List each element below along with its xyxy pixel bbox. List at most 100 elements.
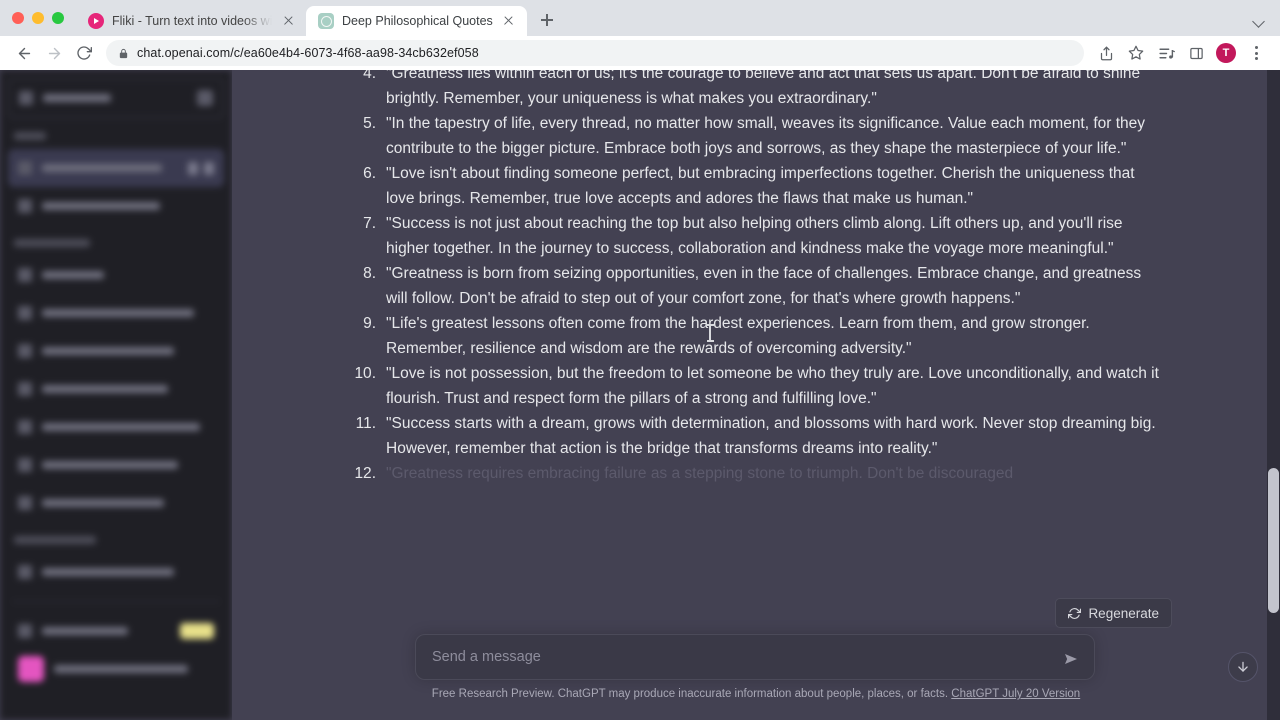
chat-bubble-icon: [18, 306, 32, 320]
message-composer[interactable]: [415, 634, 1095, 680]
minimize-window-button[interactable]: [32, 12, 44, 24]
sidebar-item-chat[interactable]: [8, 446, 224, 484]
page-viewport: "Greatness lies within each of us; it's …: [0, 70, 1280, 720]
disclaimer-text: Free Research Preview. ChatGPT may produ…: [431, 688, 949, 700]
version-link[interactable]: ChatGPT July 20 Version: [951, 688, 1080, 700]
list-item: "Greatness is born from seizing opportun…: [346, 261, 1142, 307]
sidebar-item-chat[interactable]: [8, 484, 224, 522]
chat-bubble-icon: [18, 382, 32, 396]
lock-icon: [119, 48, 128, 58]
list-item: "Love is not possession, but the freedom…: [346, 361, 1159, 407]
browser-menu-button[interactable]: [1242, 39, 1270, 67]
url-text: chat.openai.com/c/ea60e4b4-6073-4f68-aa9…: [137, 46, 479, 60]
scroll-to-bottom-button[interactable]: [1228, 652, 1258, 682]
window-controls: [8, 0, 76, 36]
sidebar-item-chat[interactable]: [8, 370, 224, 408]
sidebar-item-chat[interactable]: [8, 408, 224, 446]
close-icon[interactable]: [280, 13, 296, 29]
upgrade-icon: [18, 624, 32, 638]
avatar-initial: T: [1216, 43, 1236, 63]
quote-list: "Greatness lies within each of us; it's …: [346, 70, 1166, 486]
chat-bubble-icon: [18, 420, 32, 434]
list-item: "Life's greatest lessons often come from…: [346, 311, 1090, 357]
sidebar-item-chat[interactable]: [8, 332, 224, 370]
refresh-icon: [1068, 607, 1082, 619]
chat-bubble-icon: [18, 565, 32, 579]
sidebar-item-chat[interactable]: [8, 553, 224, 591]
side-panel-icon[interactable]: [1182, 39, 1210, 67]
arrow-down-icon: [1238, 661, 1248, 672]
collapse-sidebar-icon[interactable]: [197, 90, 213, 106]
chat-bubble-icon: [18, 199, 32, 213]
sidebar-section-header: [14, 239, 224, 248]
chat-main: "Greatness lies within each of us; it's …: [232, 70, 1280, 720]
sidebar-item-chat[interactable]: [8, 256, 224, 294]
tab-strip: Fliki - Turn text into videos wit Deep P…: [0, 0, 1280, 36]
composer-area: Free Research Preview. ChatGPT may produ…: [232, 628, 1280, 720]
browser-toolbar: chat.openai.com/c/ea60e4b4-6073-4f68-aa9…: [0, 36, 1280, 70]
upgrade-badge: [180, 623, 214, 639]
send-button[interactable]: [1060, 648, 1082, 670]
close-icon[interactable]: [501, 13, 517, 29]
sidebar-item-label: [54, 665, 188, 673]
message-input[interactable]: [432, 649, 1050, 665]
chat-bubble-icon: [18, 496, 32, 510]
chatgpt-icon: [318, 13, 334, 29]
back-button[interactable]: [10, 39, 38, 67]
sidebar-item-label: [42, 202, 160, 210]
sidebar-item-label: [42, 423, 200, 431]
page-scrollbar-track[interactable]: [1267, 70, 1280, 720]
sidebar-item-actions[interactable]: [188, 161, 214, 175]
new-chat-label: [43, 94, 111, 102]
sidebar-item-active-chat[interactable]: [8, 149, 224, 187]
browser-tab-fliki[interactable]: Fliki - Turn text into videos wit: [76, 6, 306, 36]
regenerate-button[interactable]: Regenerate: [1055, 598, 1172, 628]
list-item: "Success starts with a dream, grows with…: [346, 411, 1156, 457]
chat-sidebar[interactable]: [0, 70, 232, 720]
regenerate-label: Regenerate: [1088, 605, 1159, 621]
sidebar-item-label: [42, 271, 104, 279]
sidebar-item-label: [42, 309, 194, 317]
text-cursor: [706, 324, 714, 342]
sidebar-item-chat[interactable]: [8, 187, 224, 225]
list-item: "In the tapestry of life, every thread, …: [346, 111, 1146, 157]
chat-bubble-icon: [18, 458, 32, 472]
sidebar-item-label: [42, 461, 178, 469]
send-arrow-icon: [1065, 654, 1077, 664]
page-scrollbar-thumb[interactable]: [1268, 468, 1279, 613]
sidebar-item-chat[interactable]: [8, 294, 224, 332]
bookmark-star-icon[interactable]: [1122, 39, 1150, 67]
sidebar-item-label: [42, 499, 164, 507]
maximize-window-button[interactable]: [52, 12, 64, 24]
share-icon[interactable]: [1092, 39, 1120, 67]
kebab-menu-icon: [1246, 43, 1266, 63]
sidebar-item-label: [42, 627, 128, 635]
list-item: "Greatness lies within each of us; it's …: [346, 70, 1141, 107]
forward-button[interactable]: [40, 39, 68, 67]
chat-bubble-icon: [18, 268, 32, 282]
list-item: "Greatness requires embracing failure as…: [346, 461, 1014, 486]
reading-list-icon[interactable]: [1152, 39, 1180, 67]
sidebar-section-header: [14, 132, 224, 141]
sidebar-item-label: [42, 347, 174, 355]
new-tab-button[interactable]: [533, 6, 561, 34]
avatar[interactable]: T: [1212, 39, 1240, 67]
chevron-down-icon[interactable]: [1252, 14, 1266, 28]
close-window-button[interactable]: [12, 12, 24, 24]
plus-icon: [19, 91, 33, 105]
message-list: "Greatness lies within each of us; it's …: [232, 70, 1280, 630]
address-bar[interactable]: chat.openai.com/c/ea60e4b4-6073-4f68-aa9…: [106, 40, 1084, 66]
assistant-message: "Greatness lies within each of us; it's …: [346, 70, 1166, 486]
browser-tab-chatgpt[interactable]: Deep Philosophical Quotes: [306, 6, 527, 36]
sidebar-section-header: [14, 536, 224, 545]
browser-window: Fliki - Turn text into videos wit Deep P…: [0, 0, 1280, 720]
avatar: [18, 656, 44, 682]
sidebar-item-account[interactable]: [8, 650, 224, 688]
sidebar-item-label: [42, 568, 174, 576]
reload-button[interactable]: [70, 39, 98, 67]
sidebar-item-upgrade[interactable]: [8, 612, 224, 650]
new-chat-button[interactable]: [8, 78, 224, 118]
sidebar-item-label: [42, 385, 168, 393]
chat-bubble-icon: [18, 161, 32, 175]
tab-title: Deep Philosophical Quotes: [342, 14, 493, 28]
